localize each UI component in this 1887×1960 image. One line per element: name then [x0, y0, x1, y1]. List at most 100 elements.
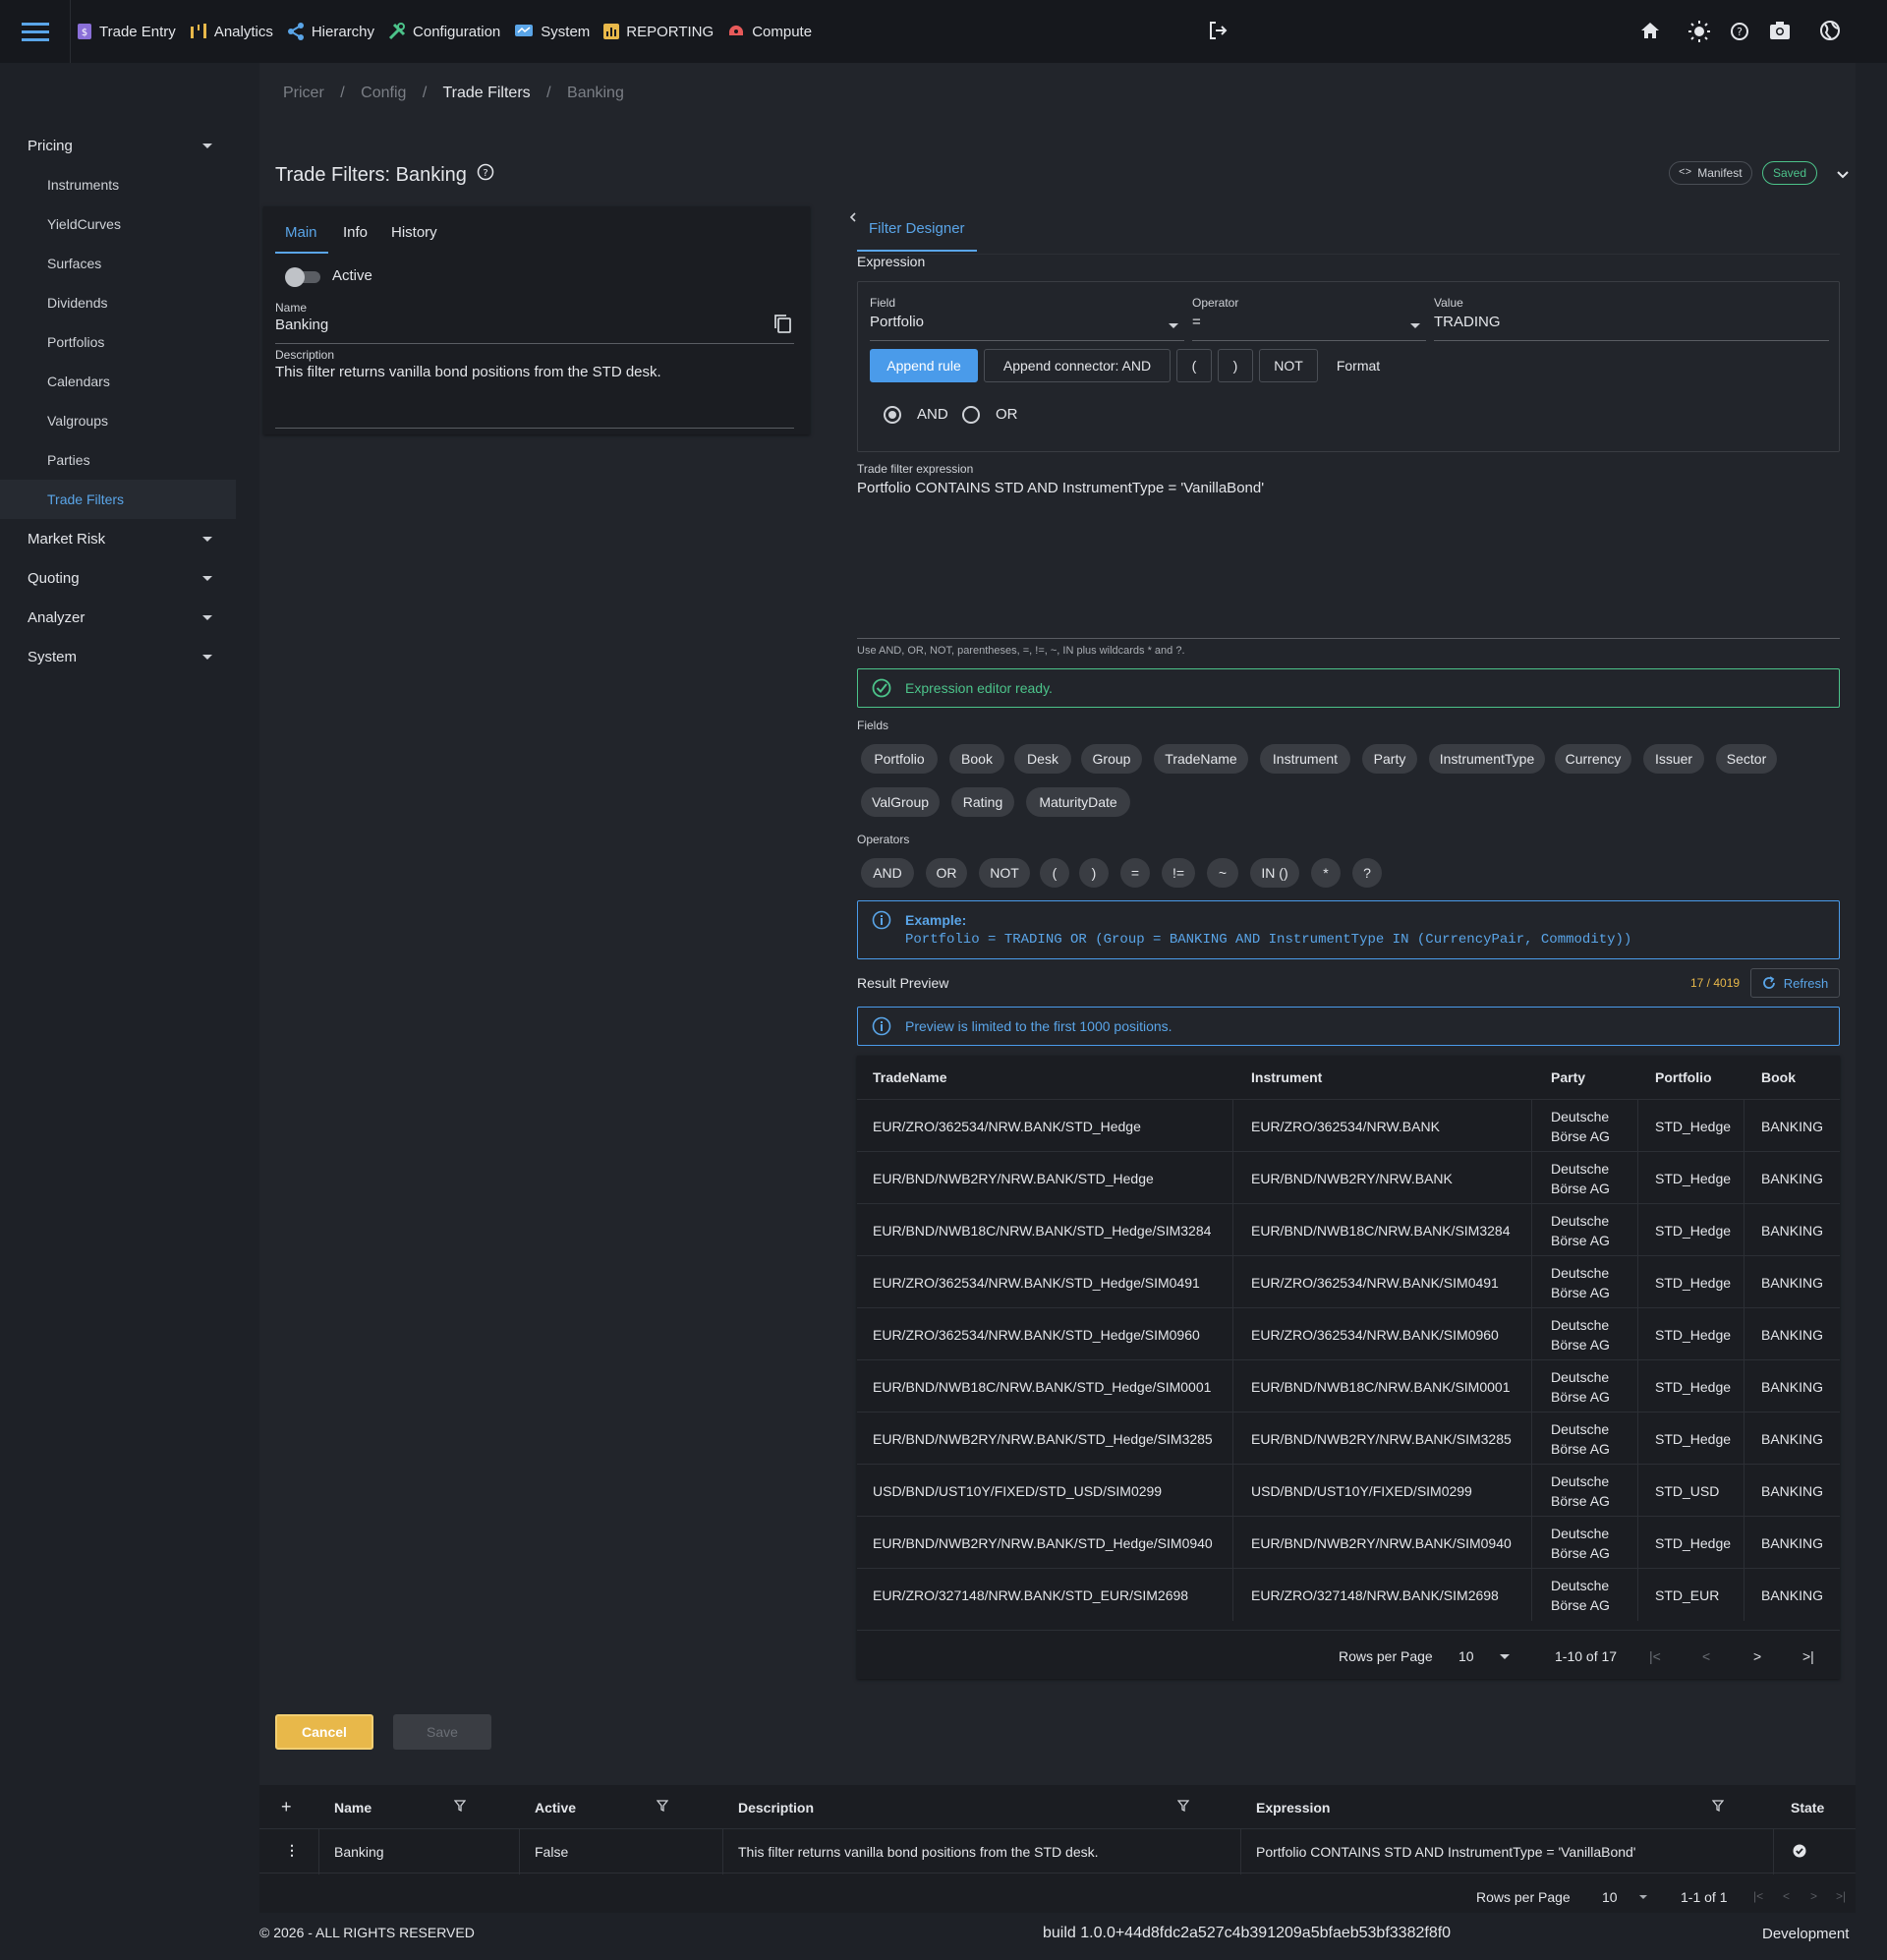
- sidebar-item-surfaces[interactable]: Surfaces: [0, 244, 236, 283]
- last-page-icon[interactable]: >|: [1802, 1648, 1814, 1664]
- not-button[interactable]: NOT: [1259, 349, 1318, 382]
- nav-reporting[interactable]: REPORTING: [603, 0, 714, 63]
- append-connector-button[interactable]: Append connector: AND: [984, 349, 1171, 382]
- and-radio[interactable]: [884, 406, 901, 424]
- theme-icon[interactable]: [1687, 20, 1711, 47]
- operator-chip[interactable]: OR: [926, 858, 967, 888]
- tab-filter-designer[interactable]: Filter Designer: [869, 220, 965, 237]
- field-chip[interactable]: TradeName: [1154, 744, 1248, 774]
- operator-chip[interactable]: NOT: [979, 858, 1030, 888]
- sidebar-item-valgroups[interactable]: Valgroups: [0, 401, 236, 440]
- col-description[interactable]: Description: [738, 1800, 814, 1816]
- sidebar-group-system[interactable]: System: [0, 637, 236, 676]
- sidebar-item-portfolios[interactable]: Portfolios: [0, 322, 236, 362]
- chevron-down-icon[interactable]: [1836, 167, 1850, 184]
- nav-analytics[interactable]: Analytics: [190, 0, 273, 63]
- operator-chip[interactable]: *: [1311, 858, 1341, 888]
- field-chip[interactable]: Book: [949, 744, 1004, 774]
- table-row[interactable]: EUR/BND/NWB18C/NRW.BANK/STD_Hedge/SIM328…: [857, 1203, 1840, 1256]
- last-page-icon[interactable]: >|: [1836, 1889, 1846, 1903]
- copy-icon[interactable]: [772, 313, 792, 338]
- col-name[interactable]: Name: [334, 1800, 372, 1816]
- tab-main[interactable]: Main: [285, 224, 317, 241]
- home-icon[interactable]: [1639, 20, 1661, 45]
- rows-per-page-select[interactable]: 10: [1602, 1889, 1618, 1905]
- camera-icon[interactable]: [1769, 20, 1791, 45]
- field-chip[interactable]: Desk: [1014, 744, 1071, 774]
- sidebar-item-calendars[interactable]: Calendars: [0, 362, 236, 401]
- table-row[interactable]: USD/BND/UST10Y/FIXED/STD_USD/SIM0299 USD/…: [857, 1464, 1840, 1517]
- col-active[interactable]: Active: [535, 1800, 576, 1816]
- field-chip[interactable]: Portfolio: [861, 744, 938, 774]
- description-field[interactable]: This filter returns vanilla bond positio…: [275, 364, 794, 429]
- add-icon[interactable]: +: [281, 1797, 292, 1817]
- tab-info[interactable]: Info: [343, 224, 368, 241]
- menu-icon[interactable]: [0, 0, 71, 63]
- operator-select[interactable]: =: [1192, 314, 1426, 341]
- sidebar-item-yieldcurves[interactable]: YieldCurves: [0, 204, 236, 244]
- field-chip[interactable]: Instrument: [1260, 744, 1350, 774]
- rows-per-page-select[interactable]: 10: [1458, 1648, 1474, 1664]
- operator-chip[interactable]: AND: [861, 858, 914, 888]
- breadcrumb-pricer[interactable]: Pricer: [283, 85, 324, 101]
- col-portfolio[interactable]: Portfolio: [1655, 1069, 1712, 1085]
- nav-hierarchy[interactable]: Hierarchy: [287, 0, 374, 63]
- field-select[interactable]: Portfolio: [870, 314, 1184, 341]
- table-row[interactable]: EUR/BND/NWB2RY/NRW.BANK/STD_Hedge EUR/BND…: [857, 1151, 1840, 1204]
- filter-icon[interactable]: [1176, 1799, 1190, 1815]
- table-row[interactable]: EUR/ZRO/362534/NRW.BANK/STD_Hedge/SIM096…: [857, 1307, 1840, 1360]
- tab-history[interactable]: History: [391, 224, 437, 241]
- sidebar-group-pricing[interactable]: Pricing: [0, 126, 236, 165]
- sidebar-item-dividends[interactable]: Dividends: [0, 283, 236, 322]
- next-page-icon[interactable]: >: [1810, 1889, 1817, 1903]
- sidebar-item-trade-filters[interactable]: Trade Filters: [0, 480, 236, 519]
- append-rule-button[interactable]: Append rule: [870, 349, 978, 382]
- nav-system[interactable]: System: [514, 0, 590, 63]
- row-menu-icon[interactable]: ⋮: [285, 1842, 299, 1859]
- nav-compute[interactable]: Compute: [727, 0, 812, 63]
- table-row[interactable]: EUR/ZRO/362534/NRW.BANK/STD_Hedge EUR/ZRO…: [857, 1099, 1840, 1152]
- cancel-button[interactable]: Cancel: [275, 1714, 373, 1750]
- table-row[interactable]: EUR/BND/NWB2RY/NRW.BANK/STD_Hedge/SIM328…: [857, 1412, 1840, 1465]
- field-chip[interactable]: Party: [1362, 744, 1417, 774]
- help-icon[interactable]: ?: [1730, 22, 1749, 45]
- table-row[interactable]: EUR/ZRO/362534/NRW.BANK/STD_Hedge/SIM049…: [857, 1255, 1840, 1308]
- operator-chip[interactable]: =: [1120, 858, 1150, 888]
- save-button[interactable]: Save: [393, 1714, 491, 1750]
- chevron-left-icon[interactable]: [847, 210, 859, 227]
- field-chip[interactable]: ValGroup: [861, 787, 940, 817]
- col-book[interactable]: Book: [1761, 1069, 1796, 1085]
- name-field[interactable]: Banking: [275, 317, 794, 344]
- operator-chip[interactable]: (: [1040, 858, 1069, 888]
- open-paren-button[interactable]: (: [1176, 349, 1212, 382]
- col-tradename[interactable]: TradeName: [873, 1069, 946, 1085]
- prev-page-icon[interactable]: <: [1702, 1648, 1710, 1664]
- value-input[interactable]: TRADING: [1434, 314, 1829, 341]
- next-page-icon[interactable]: >: [1753, 1648, 1761, 1664]
- close-paren-button[interactable]: ): [1218, 349, 1253, 382]
- prev-page-icon[interactable]: <: [1783, 1889, 1790, 1903]
- table-row[interactable]: EUR/ZRO/327148/NRW.BANK/STD_EUR/SIM2698 E…: [857, 1568, 1840, 1621]
- sidebar-item-instruments[interactable]: Instruments: [0, 165, 236, 204]
- sidebar-group-analyzer[interactable]: Analyzer: [0, 598, 236, 637]
- filter-icon[interactable]: [656, 1799, 669, 1815]
- nav-trade-entry[interactable]: $ Trade Entry: [77, 0, 176, 63]
- table-row[interactable]: EUR/BND/NWB18C/NRW.BANK/STD_Hedge/SIM000…: [857, 1359, 1840, 1412]
- refresh-button[interactable]: Refresh: [1750, 968, 1840, 998]
- operator-chip[interactable]: !=: [1162, 858, 1195, 888]
- breadcrumb-trade-filters[interactable]: Trade Filters: [442, 85, 530, 101]
- sidebar-item-parties[interactable]: Parties: [0, 440, 236, 480]
- operator-chip[interactable]: IN (): [1250, 858, 1299, 888]
- col-instrument[interactable]: Instrument: [1251, 1069, 1322, 1085]
- table-row[interactable]: ⋮ Banking False This filter returns vani…: [259, 1828, 1856, 1874]
- active-toggle[interactable]: [285, 265, 322, 287]
- operator-chip[interactable]: ~: [1207, 858, 1238, 888]
- manifest-button[interactable]: <> Manifest: [1669, 161, 1752, 185]
- field-chip[interactable]: Issuer: [1643, 744, 1704, 774]
- filter-icon[interactable]: [1711, 1799, 1725, 1815]
- help-icon[interactable]: ?: [477, 163, 494, 187]
- field-chip[interactable]: Group: [1081, 744, 1142, 774]
- sidebar-group-market-risk[interactable]: Market Risk: [0, 519, 236, 558]
- col-expression[interactable]: Expression: [1256, 1800, 1330, 1816]
- or-radio[interactable]: [962, 406, 980, 424]
